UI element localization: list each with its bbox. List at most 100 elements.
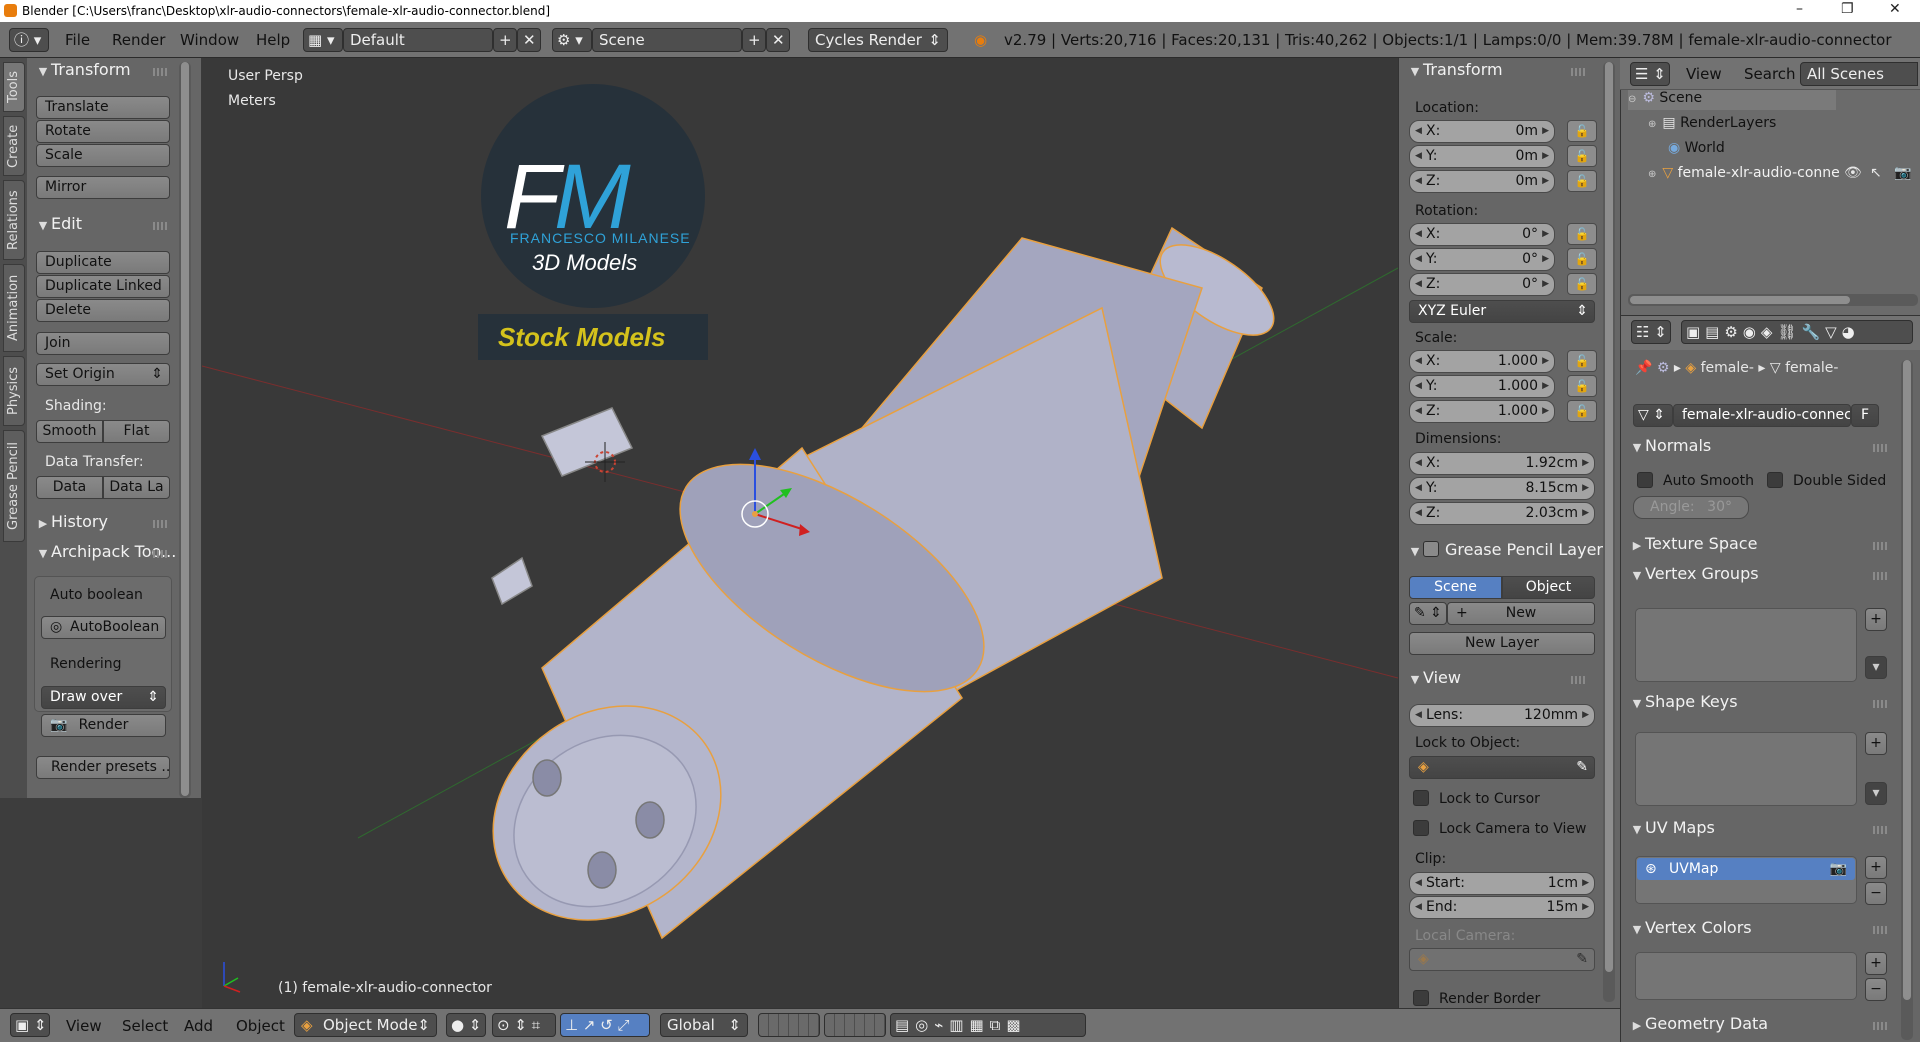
vertex-colors-list[interactable] xyxy=(1635,952,1857,1000)
outliner-row-world[interactable]: ◉ World xyxy=(1668,140,1838,160)
pivot-icon[interactable]: ⊙ ⇕ ⌗ xyxy=(492,1013,556,1037)
render-engine-dropdown[interactable]: Cycles Render ⇕ xyxy=(808,28,948,52)
panel-texture-space-header[interactable]: ▶ Texture Space xyxy=(1629,532,1758,556)
panel-vertex-groups-header[interactable]: ▼ Vertex Groups xyxy=(1629,562,1759,586)
layers-grid-1[interactable] xyxy=(758,1013,820,1037)
scale-button[interactable]: Scale xyxy=(36,144,170,167)
panel-history-header[interactable]: ▶ History xyxy=(35,510,108,534)
tab-create[interactable]: Create xyxy=(3,116,25,176)
dimensions-z-field[interactable]: ◀ Z: 2.03cm ▶ xyxy=(1409,502,1595,525)
draw-over-dropdown[interactable]: Draw over ⇕ xyxy=(41,686,166,709)
location-x-field[interactable]: ◀ X: 0m ▶ xyxy=(1409,120,1555,143)
more-options-icon[interactable]: ▾ xyxy=(1865,656,1887,679)
add-shape-key-icon[interactable]: + xyxy=(1865,732,1887,755)
remove-vertex-color-icon[interactable]: − xyxy=(1865,978,1887,1001)
dimensions-x-field[interactable]: ◀ X: 1.92cm ▶ xyxy=(1409,452,1595,475)
panel-grease-pencil-header[interactable]: ▼ Grease Pencil Layer xyxy=(1407,538,1603,562)
panel-normals-header[interactable]: ▼ Normals xyxy=(1629,434,1711,458)
flat-button[interactable]: Flat xyxy=(103,420,170,443)
lock-icon[interactable]: 🔓 xyxy=(1567,223,1597,245)
add-vertex-group-icon[interactable]: + xyxy=(1865,608,1887,631)
lock-camera-checkbox[interactable] xyxy=(1413,820,1429,836)
shading-mode-icon[interactable]: ● ⇕ xyxy=(446,1013,486,1037)
panel-grip-icon[interactable] xyxy=(1873,926,1889,934)
screen-layout-icon[interactable]: ▦ ▾ xyxy=(303,28,343,52)
scale-z-field[interactable]: ◀ Z: 1.000 ▶ xyxy=(1409,400,1555,423)
menu-add[interactable]: Add xyxy=(184,1014,213,1038)
maximize-button[interactable]: ❐ xyxy=(1841,1,1854,17)
panel-grip-icon[interactable] xyxy=(1873,700,1889,708)
panel-view-header[interactable]: ▼ View xyxy=(1407,666,1461,690)
editor-type-3d-icon[interactable]: ▣ ⇕ xyxy=(10,1013,50,1037)
tab-grease-pencil[interactable]: Grease Pencil xyxy=(3,430,25,542)
add-screen-icon[interactable]: + xyxy=(493,28,517,52)
menu-view[interactable]: View xyxy=(66,1014,102,1038)
rotation-z-field[interactable]: ◀ Z: 0° ▶ xyxy=(1409,273,1555,296)
scene-icon[interactable]: ⚙ ▾ xyxy=(552,28,592,52)
scrollbar-thumb[interactable] xyxy=(1630,296,1850,304)
rotate-button[interactable]: Rotate xyxy=(36,120,170,143)
grease-pencil-checkbox[interactable] xyxy=(1423,541,1439,557)
lock-icon[interactable]: 🔓 xyxy=(1567,350,1597,372)
mode-dropdown[interactable]: ◈ Object Mode ⇕ xyxy=(294,1013,437,1037)
toolshelf-scrollbar[interactable] xyxy=(179,62,191,798)
duplicate-button[interactable]: Duplicate xyxy=(36,251,170,274)
panel-grip-icon[interactable] xyxy=(153,222,169,230)
display-mode-dropdown[interactable]: All Scenes xyxy=(1800,62,1918,86)
clip-start-field[interactable]: ◀ Start: 1cm ▶ xyxy=(1409,872,1595,895)
scrollbar-thumb[interactable] xyxy=(1605,62,1613,972)
editor-type-outliner-icon[interactable]: ☰ ⇕ xyxy=(1630,62,1670,86)
lock-icon[interactable]: 🔓 xyxy=(1567,248,1597,270)
double-sided-checkbox[interactable] xyxy=(1767,472,1783,488)
rotation-y-field[interactable]: ◀ Y: 0° ▶ xyxy=(1409,248,1555,271)
location-y-field[interactable]: ◀ Y: 0m ▶ xyxy=(1409,145,1555,168)
menu-help[interactable]: Help xyxy=(256,28,290,52)
autoboolean-button[interactable]: ◎ AutoBoolean xyxy=(41,616,166,639)
panel-grip-icon[interactable] xyxy=(153,68,169,76)
lock-icon[interactable]: 🔓 xyxy=(1567,273,1597,295)
fake-user-button[interactable]: F xyxy=(1851,404,1879,427)
delete-scene-icon[interactable]: ✕ xyxy=(766,28,790,52)
menu-select[interactable]: Select xyxy=(122,1014,168,1038)
angle-field[interactable]: Angle: 30° xyxy=(1633,496,1749,519)
add-uv-icon[interactable]: + xyxy=(1865,856,1887,879)
lock-icon[interactable]: 🔓 xyxy=(1567,170,1597,192)
close-button[interactable]: ✕ xyxy=(1889,1,1901,17)
panel-transform-header[interactable]: ▼ Transform xyxy=(1407,58,1503,82)
panel-shape-keys-header[interactable]: ▼ Shape Keys xyxy=(1629,690,1738,714)
menu-file[interactable]: File xyxy=(65,28,90,52)
duplicate-linked-button[interactable]: Duplicate Linked xyxy=(36,275,170,298)
lock-icon[interactable]: 🔓 xyxy=(1567,400,1597,422)
translate-button[interactable]: Translate xyxy=(36,96,170,119)
mirror-button[interactable]: Mirror xyxy=(36,176,170,199)
tab-physics[interactable]: Physics xyxy=(3,356,25,426)
location-z-field[interactable]: ◀ Z: 0m ▶ xyxy=(1409,170,1555,193)
cursor-select-icon[interactable]: ↖ xyxy=(1870,165,1882,181)
npanel-scrollbar[interactable] xyxy=(1603,62,1615,1002)
render-border-checkbox[interactable] xyxy=(1413,990,1429,1006)
vertex-groups-list[interactable] xyxy=(1635,608,1857,682)
grease-object-button[interactable]: Object xyxy=(1502,576,1595,599)
auto-smooth-checkbox[interactable] xyxy=(1637,472,1653,488)
lock-cursor-checkbox[interactable] xyxy=(1413,790,1429,806)
outliner-row-scene[interactable]: ⊖ ⚙ Scene xyxy=(1628,90,1836,110)
panel-grip-icon[interactable] xyxy=(1873,572,1889,580)
editor-type-properties-icon[interactable]: ☷ ⇕ xyxy=(1631,320,1671,344)
add-scene-icon[interactable]: + xyxy=(742,28,766,52)
more-options-icon[interactable]: ▾ xyxy=(1865,782,1887,805)
editor-type-info-icon[interactable]: ⓘ ▾ xyxy=(9,28,49,52)
scene-field[interactable]: Scene xyxy=(592,28,742,52)
add-vertex-color-icon[interactable]: + xyxy=(1865,952,1887,975)
panel-transform-header[interactable]: ▼ Transform xyxy=(35,58,131,82)
join-button[interactable]: Join xyxy=(36,332,170,355)
data-layers-button[interactable]: Data La xyxy=(103,476,170,499)
eyedropper-icon[interactable]: ✎ xyxy=(1576,757,1588,778)
panel-grip-icon[interactable] xyxy=(153,550,169,558)
grease-new-button[interactable]: + New xyxy=(1447,602,1595,625)
lock-object-field[interactable]: ◈ ✎ xyxy=(1409,756,1595,779)
rotation-x-field[interactable]: ◀ X: 0° ▶ xyxy=(1409,223,1555,246)
scrollbar-thumb[interactable] xyxy=(181,62,189,796)
lock-icon[interactable]: 🔓 xyxy=(1567,375,1597,397)
delete-button[interactable]: Delete xyxy=(36,299,170,322)
data-button[interactable]: Data xyxy=(36,476,103,499)
